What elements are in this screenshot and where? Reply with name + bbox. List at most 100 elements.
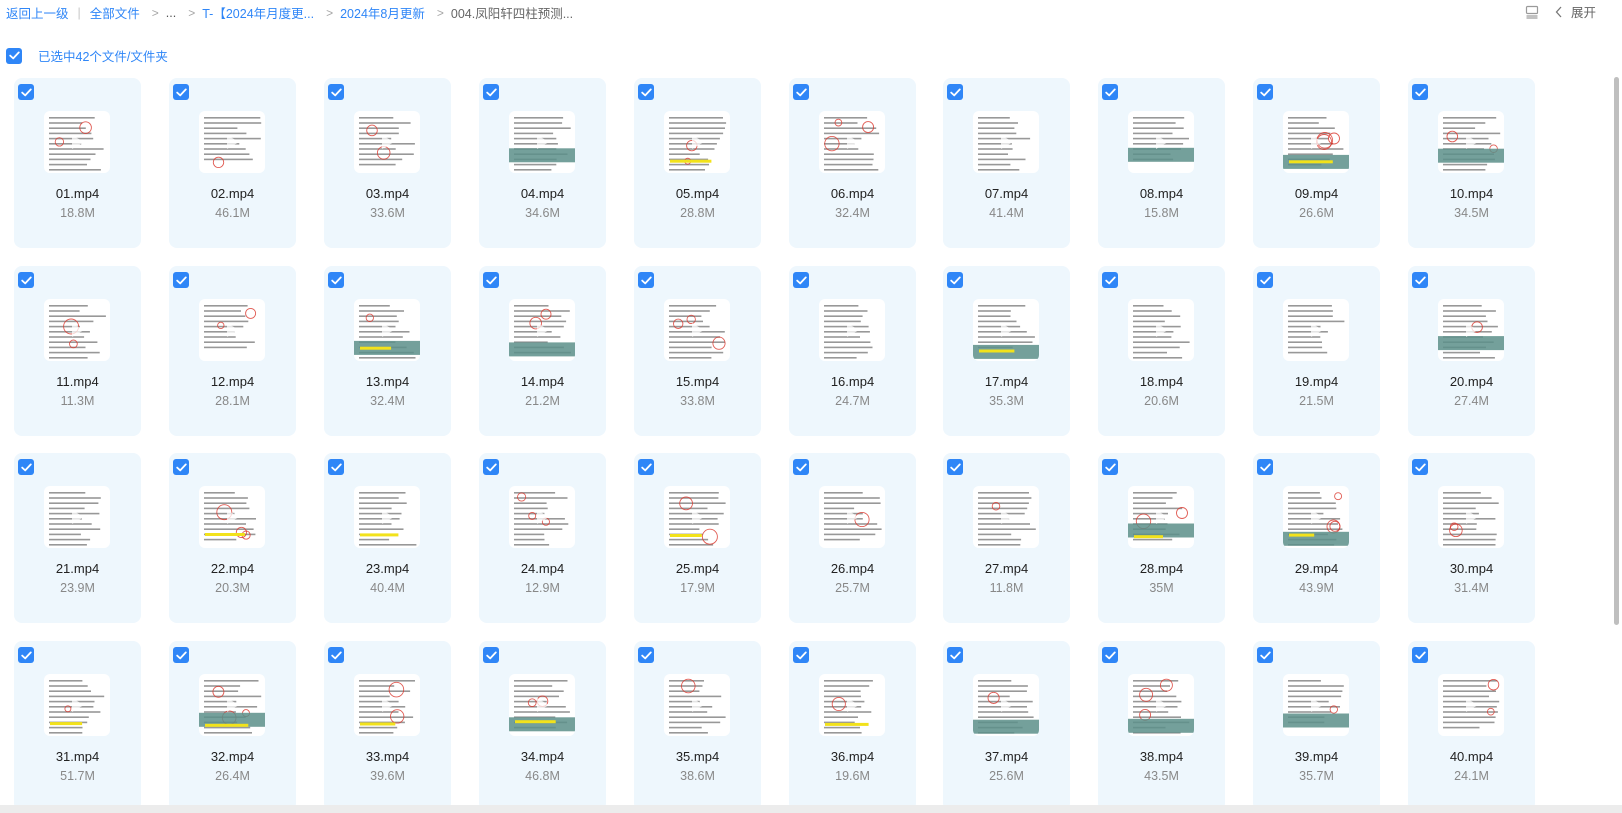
file-card[interactable]: 36.mp4 19.6M — [789, 641, 916, 808]
back-link[interactable]: 返回上一级 — [6, 3, 69, 22]
file-checkbox[interactable] — [793, 647, 809, 663]
breadcrumb-ellipsis[interactable]: ... — [166, 6, 176, 20]
file-card[interactable]: 30.mp4 31.4M — [1408, 453, 1535, 623]
file-card[interactable]: 05.mp4 28.8M — [634, 78, 761, 248]
file-checkbox[interactable] — [947, 459, 963, 475]
file-checkbox[interactable] — [1412, 647, 1428, 663]
breadcrumb-all-files[interactable]: 全部文件 — [90, 3, 140, 22]
file-checkbox[interactable] — [1257, 84, 1273, 100]
file-card[interactable]: 13.mp4 32.4M — [324, 266, 451, 436]
file-card[interactable]: 16.mp4 24.7M — [789, 266, 916, 436]
file-card[interactable]: 14.mp4 21.2M — [479, 266, 606, 436]
file-checkbox[interactable] — [483, 647, 499, 663]
file-checkbox[interactable] — [18, 84, 34, 100]
file-card[interactable]: 04.mp4 34.6M — [479, 78, 606, 248]
file-checkbox[interactable] — [1412, 272, 1428, 288]
file-checkbox[interactable] — [947, 647, 963, 663]
file-card[interactable]: 15.mp4 33.8M — [634, 266, 761, 436]
file-checkbox[interactable] — [173, 459, 189, 475]
file-checkbox[interactable] — [793, 84, 809, 100]
file-card[interactable]: 40.mp4 24.1M — [1408, 641, 1535, 808]
file-checkbox[interactable] — [173, 272, 189, 288]
file-card[interactable]: 07.mp4 41.4M — [943, 78, 1070, 248]
file-card[interactable]: 09.mp4 26.6M — [1253, 78, 1380, 248]
file-card[interactable]: 33.mp4 39.6M — [324, 641, 451, 808]
file-checkbox[interactable] — [1412, 84, 1428, 100]
file-checkbox[interactable] — [947, 84, 963, 100]
file-card[interactable]: 22.mp4 20.3M — [169, 453, 296, 623]
file-checkbox[interactable] — [1102, 84, 1118, 100]
file-card[interactable]: 38.mp4 43.5M — [1098, 641, 1225, 808]
file-card[interactable]: 21.mp4 23.9M — [14, 453, 141, 623]
file-card[interactable]: 10.mp4 34.5M — [1408, 78, 1535, 248]
file-card[interactable]: 08.mp4 15.8M — [1098, 78, 1225, 248]
file-size: 23.9M — [60, 581, 95, 595]
file-checkbox[interactable] — [483, 272, 499, 288]
breadcrumb-item-august[interactable]: 2024年8月更新 — [340, 3, 425, 22]
file-checkbox[interactable] — [18, 647, 34, 663]
select-all-checkbox[interactable] — [6, 47, 22, 64]
file-card[interactable]: 19.mp4 21.5M — [1253, 266, 1380, 436]
file-card[interactable]: 32.mp4 26.4M — [169, 641, 296, 808]
file-checkbox[interactable] — [1102, 459, 1118, 475]
file-checkbox[interactable] — [173, 84, 189, 100]
file-card[interactable]: 26.mp4 25.7M — [789, 453, 916, 623]
file-checkbox[interactable] — [483, 84, 499, 100]
view-mode-icon[interactable] — [1525, 5, 1539, 19]
expand-label: 展开 — [1570, 6, 1596, 20]
file-checkbox[interactable] — [793, 272, 809, 288]
file-card[interactable]: 06.mp4 32.4M — [789, 78, 916, 248]
file-card[interactable]: 29.mp4 43.9M — [1253, 453, 1380, 623]
file-checkbox[interactable] — [328, 647, 344, 663]
file-checkbox[interactable] — [1257, 272, 1273, 288]
file-card[interactable]: 12.mp4 28.1M — [169, 266, 296, 436]
file-card[interactable]: 34.mp4 46.8M — [479, 641, 606, 808]
file-card[interactable]: 24.mp4 12.9M — [479, 453, 606, 623]
file-checkbox[interactable] — [18, 272, 34, 288]
file-card[interactable]: 39.mp4 35.7M — [1253, 641, 1380, 808]
video-thumbnail — [44, 111, 110, 173]
file-card[interactable]: 27.mp4 11.8M — [943, 453, 1070, 623]
file-checkbox[interactable] — [1102, 647, 1118, 663]
file-checkbox[interactable] — [638, 647, 654, 663]
file-card[interactable]: 28.mp4 35M — [1098, 453, 1225, 623]
video-preview-icon — [509, 680, 575, 732]
file-checkbox[interactable] — [483, 459, 499, 475]
file-size: 32.4M — [835, 206, 870, 220]
file-checkbox[interactable] — [793, 459, 809, 475]
file-card[interactable]: 35.mp4 38.6M — [634, 641, 761, 808]
video-thumbnail — [1438, 111, 1504, 173]
file-card[interactable]: 25.mp4 17.9M — [634, 453, 761, 623]
file-card[interactable]: 18.mp4 20.6M — [1098, 266, 1225, 436]
file-card[interactable]: 03.mp4 33.6M — [324, 78, 451, 248]
file-checkbox[interactable] — [328, 84, 344, 100]
file-checkbox[interactable] — [328, 459, 344, 475]
file-checkbox[interactable] — [1412, 459, 1428, 475]
file-checkbox[interactable] — [638, 459, 654, 475]
file-checkbox[interactable] — [638, 272, 654, 288]
file-card[interactable]: 11.mp4 11.3M — [14, 266, 141, 436]
file-checkbox[interactable] — [18, 459, 34, 475]
file-card[interactable]: 23.mp4 40.4M — [324, 453, 451, 623]
horizontal-scrollbar[interactable] — [0, 805, 1622, 813]
file-card[interactable]: 01.mp4 18.8M — [14, 78, 141, 248]
file-checkbox[interactable] — [173, 647, 189, 663]
breadcrumb-item-monthly[interactable]: T-【2024年月度更... — [202, 3, 314, 22]
file-checkbox[interactable] — [638, 84, 654, 100]
video-preview-icon — [824, 492, 882, 541]
file-card[interactable]: 31.mp4 51.7M — [14, 641, 141, 808]
file-checkbox[interactable] — [947, 272, 963, 288]
file-card[interactable]: 20.mp4 27.4M — [1408, 266, 1535, 436]
file-checkbox[interactable] — [1257, 459, 1273, 475]
expand-button[interactable]: 展开 — [1555, 2, 1596, 21]
vertical-scrollbar[interactable] — [1614, 77, 1619, 625]
file-card[interactable]: 17.mp4 35.3M — [943, 266, 1070, 436]
file-size: 35.3M — [989, 394, 1024, 408]
file-card[interactable]: 37.mp4 25.6M — [943, 641, 1070, 808]
file-checkbox[interactable] — [1257, 647, 1273, 663]
file-checkbox[interactable] — [328, 272, 344, 288]
file-checkbox[interactable] — [1102, 272, 1118, 288]
file-card[interactable]: 02.mp4 46.1M — [169, 78, 296, 248]
file-name: 04.mp4 — [520, 186, 565, 201]
file-name: 35.mp4 — [675, 749, 720, 764]
